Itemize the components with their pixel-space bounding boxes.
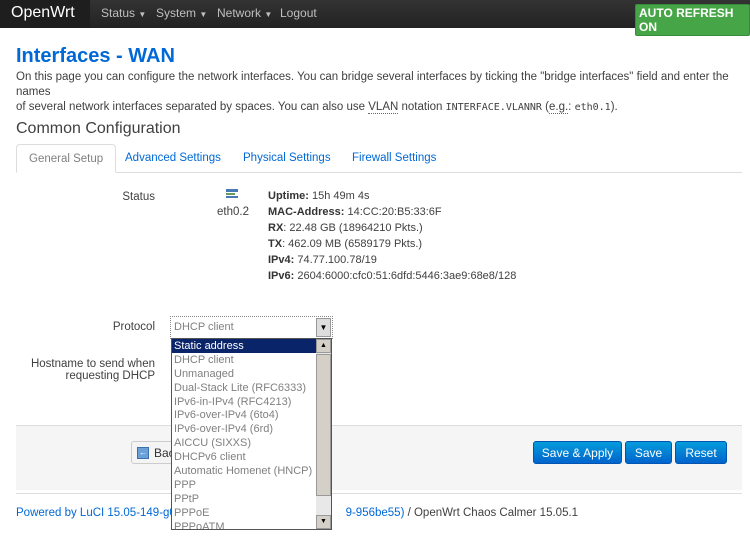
desc-text: of several network interfaces separated … bbox=[16, 101, 369, 113]
desc-text: notation bbox=[398, 101, 446, 113]
protocol-option[interactable]: Static address bbox=[172, 339, 317, 353]
status-key: Uptime: bbox=[268, 190, 309, 202]
status-key: MAC-Address: bbox=[268, 206, 345, 218]
status-line: Uptime: 15h 49m 4s bbox=[268, 190, 370, 202]
caret-down-icon: ▼ bbox=[199, 10, 208, 19]
status-line: IPv4: 74.77.100.78/19 bbox=[268, 254, 377, 266]
chevron-down-icon[interactable]: ▼ bbox=[316, 318, 331, 337]
menu-label: Status bbox=[101, 6, 136, 20]
scroll-down-icon[interactable]: ▼ bbox=[316, 515, 331, 529]
status-line: RX: 22.48 GB (18964210 Pkts.) bbox=[268, 222, 423, 234]
scroll-thumb[interactable] bbox=[316, 354, 331, 496]
desc-text: ( bbox=[541, 101, 549, 113]
status-key: IPv4: bbox=[268, 254, 295, 266]
status-value: 2604:6000:cfc0:51:6dfd:5446:3ae9:68e8/12… bbox=[294, 270, 517, 282]
label-line: requesting DHCP bbox=[65, 370, 155, 382]
luci-link[interactable]: Powered by LuCI 15.05-149-g0c bbox=[16, 507, 182, 519]
section-title: Common Configuration bbox=[16, 120, 181, 137]
status-value: 14:CC:20:B5:33:6F bbox=[344, 206, 442, 218]
protocol-option[interactable]: Dual-Stack Lite (RFC6333) bbox=[172, 381, 331, 395]
footer-text: / OpenWrt Chaos Calmer 15.05.1 bbox=[404, 507, 579, 519]
protocol-option[interactable]: IPv6-in-IPv4 (RFC4213) bbox=[172, 395, 331, 409]
protocol-dropdown-list[interactable]: Static address DHCP client Unmanaged Dual-S… bbox=[171, 338, 332, 530]
auto-refresh-toggle[interactable]: AUTO REFRESH ON bbox=[635, 4, 750, 36]
status-key: IPv6: bbox=[268, 270, 295, 282]
network-interface-icon bbox=[226, 189, 238, 198]
tab-advanced-settings[interactable]: Advanced Settings bbox=[113, 144, 233, 173]
tab-general-setup[interactable]: General Setup bbox=[16, 144, 117, 173]
menu-label: System bbox=[156, 6, 197, 20]
eg-abbr: e.g. bbox=[548, 101, 569, 114]
protocol-option[interactable]: IPv6-over-IPv4 (6rd) bbox=[172, 422, 331, 436]
top-navbar: OpenWrt Status ▼ System ▼ Network ▼ Logo… bbox=[0, 0, 750, 36]
save-apply-button[interactable]: Save & Apply bbox=[533, 441, 622, 464]
reset-button[interactable]: Reset bbox=[675, 441, 727, 464]
status-line: MAC-Address: 14:CC:20:B5:33:6F bbox=[268, 206, 442, 218]
scroll-up-icon[interactable]: ▲ bbox=[316, 339, 331, 353]
brand-logo[interactable]: OpenWrt bbox=[0, 0, 90, 28]
menu-logout[interactable]: Logout bbox=[280, 0, 317, 26]
status-value: : 22.48 GB (18964210 Pkts.) bbox=[283, 222, 423, 234]
footer-divider bbox=[16, 493, 742, 494]
protocol-select[interactable]: DHCP client ▼ bbox=[170, 316, 333, 339]
menu-status[interactable]: Status ▼ bbox=[101, 0, 146, 28]
code-sample: INTERFACE.VLANNR bbox=[445, 102, 542, 113]
save-button[interactable]: Save bbox=[625, 441, 672, 464]
caret-down-icon: ▼ bbox=[264, 10, 273, 19]
protocol-option[interactable]: Automatic Homenet (HNCP) bbox=[172, 464, 331, 478]
dropdown-scrollbar[interactable]: ▲ ▼ bbox=[316, 339, 331, 529]
menu-label: Network bbox=[217, 6, 262, 20]
protocol-label: Protocol bbox=[112, 321, 155, 333]
protocol-option[interactable]: DHCP client bbox=[172, 353, 331, 367]
protocol-option[interactable]: IPv6-over-IPv4 (6to4) bbox=[172, 408, 331, 422]
vlan-abbr: VLAN bbox=[368, 101, 399, 114]
luci-link-end[interactable]: 9-956be55) bbox=[346, 507, 405, 519]
status-key: RX bbox=[268, 222, 284, 234]
desc-line: On this page you can configure the netwo… bbox=[16, 71, 729, 98]
label-line: Hostname to send when bbox=[30, 358, 155, 370]
status-line: TX: 462.09 MB (6589179 Pkts.) bbox=[268, 238, 422, 250]
page-description: On this page you can configure the netwo… bbox=[16, 70, 746, 115]
menu-system[interactable]: System ▼ bbox=[156, 0, 207, 28]
selected-value: DHCP client bbox=[174, 321, 234, 333]
status-label: Status bbox=[122, 191, 155, 203]
page-title: Interfaces - WAN bbox=[16, 45, 175, 67]
caret-down-icon: ▼ bbox=[138, 10, 147, 19]
protocol-option[interactable]: Unmanaged bbox=[172, 367, 331, 381]
interface-name: eth0.2 bbox=[217, 206, 249, 218]
status-line: IPv6: 2604:6000:cfc0:51:6dfd:5446:3ae9:6… bbox=[268, 270, 516, 282]
status-value: : 462.09 MB (6589179 Pkts.) bbox=[282, 238, 423, 250]
protocol-option[interactable]: PPPoE bbox=[172, 506, 331, 520]
desc-text: ). bbox=[610, 101, 618, 113]
tab-firewall-settings[interactable]: Firewall Settings bbox=[340, 144, 448, 173]
status-value: 15h 49m 4s bbox=[308, 190, 370, 202]
protocol-option[interactable]: DHCPv6 client bbox=[172, 450, 331, 464]
status-key: TX bbox=[268, 238, 283, 250]
protocol-option[interactable]: PPP bbox=[172, 478, 331, 492]
protocol-option[interactable]: AICCU (SIXXS) bbox=[172, 436, 331, 450]
code-sample: eth0.1 bbox=[574, 102, 611, 113]
protocol-option[interactable]: PPPoATM bbox=[172, 520, 331, 529]
back-arrow-icon: ← bbox=[137, 447, 149, 459]
protocol-option[interactable]: PPtP bbox=[172, 492, 331, 506]
menu-network[interactable]: Network ▼ bbox=[217, 0, 272, 28]
tab-physical-settings[interactable]: Physical Settings bbox=[231, 144, 343, 173]
hostname-label: Hostname to send when requesting DHCP bbox=[15, 358, 155, 382]
status-value: 74.77.100.78/19 bbox=[294, 254, 377, 266]
